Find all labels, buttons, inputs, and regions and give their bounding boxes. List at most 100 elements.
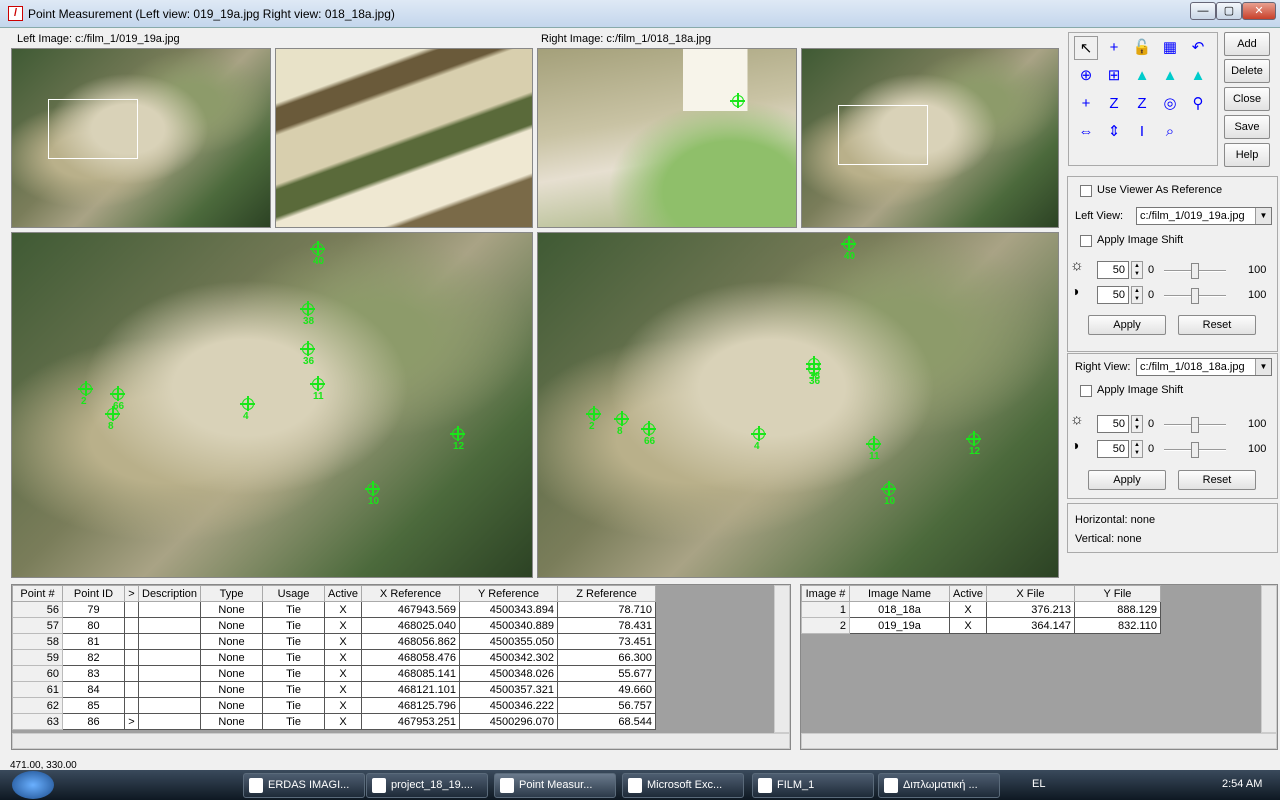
taskbar-item[interactable]: project_18_19.... bbox=[366, 773, 488, 798]
table-cell[interactable]: 468085.141 bbox=[361, 665, 460, 682]
left-brightness-input[interactable]: 50 bbox=[1097, 261, 1129, 279]
tie-point-marker[interactable]: 4 bbox=[751, 426, 766, 452]
table-cell[interactable]: X bbox=[324, 713, 362, 730]
table-cell[interactable]: 467943.569 bbox=[361, 601, 460, 618]
z-box-icon[interactable]: Z bbox=[1130, 92, 1154, 116]
table-cell[interactable]: 83 bbox=[62, 665, 125, 682]
table-cell[interactable] bbox=[137, 713, 202, 730]
left-contrast-slider[interactable] bbox=[1164, 288, 1226, 304]
left-apply-shift-checkbox[interactable] bbox=[1080, 235, 1092, 247]
tie-point-marker[interactable]: 10 bbox=[881, 481, 896, 507]
table-cell[interactable] bbox=[124, 649, 139, 666]
left-main-view[interactable]: 40 38 2 66 8 4 10 12 11 36 bbox=[11, 232, 533, 578]
table-cell[interactable] bbox=[137, 649, 202, 666]
left-contrast-spinner[interactable]: ▲ ▼ bbox=[1131, 286, 1143, 304]
create-point-icon[interactable]: ⊕ bbox=[1074, 64, 1098, 88]
table-cell[interactable]: X bbox=[324, 601, 362, 618]
table-cell[interactable]: > bbox=[124, 713, 139, 730]
table-cell[interactable]: None bbox=[200, 633, 264, 650]
triangle-file-icon[interactable]: ▲ bbox=[1186, 64, 1210, 88]
table-cell[interactable]: 81 bbox=[62, 633, 125, 650]
taskbar-item[interactable]: Διπλωματική ... bbox=[878, 773, 1000, 798]
table-cell[interactable]: None bbox=[200, 697, 264, 714]
table-cell[interactable]: Tie bbox=[262, 617, 326, 634]
table-cell[interactable]: None bbox=[200, 713, 264, 730]
left-magnifier[interactable] bbox=[275, 48, 533, 228]
tie-point-marker[interactable]: 2 bbox=[586, 406, 601, 432]
table-cell[interactable]: 55.677 bbox=[557, 665, 656, 682]
clock[interactable]: 2:54 AM bbox=[1222, 778, 1262, 790]
z-value-icon[interactable]: Z bbox=[1102, 92, 1126, 116]
table-cell[interactable]: 4500343.894 bbox=[459, 601, 558, 618]
table-cell[interactable]: 4500340.889 bbox=[459, 617, 558, 634]
table-cell[interactable]: None bbox=[200, 617, 264, 634]
right-brightness-slider[interactable] bbox=[1164, 417, 1226, 433]
taskbar-item[interactable]: Microsoft Exc... bbox=[622, 773, 744, 798]
table-cell[interactable]: Tie bbox=[262, 713, 326, 730]
table-cell[interactable]: X bbox=[949, 617, 987, 634]
table-row[interactable]: 63 86 > None Tie X 467953.251 4500296.070 68.544 bbox=[12, 713, 656, 730]
tie-point-marker[interactable]: 2 bbox=[78, 381, 93, 407]
table-cell[interactable]: 4500357.321 bbox=[459, 681, 558, 698]
maximize-button[interactable]: ▢ bbox=[1216, 2, 1242, 20]
taskbar-item[interactable]: ERDAS IMAGI... bbox=[243, 773, 365, 798]
table-cell[interactable]: 85 bbox=[62, 697, 125, 714]
point-table-vscrollbar[interactable] bbox=[774, 585, 790, 733]
drive-left-icon[interactable]: ⇔ bbox=[1074, 120, 1098, 144]
table-cell[interactable]: Tie bbox=[262, 649, 326, 666]
table-cell[interactable]: None bbox=[200, 649, 264, 666]
tie-point-marker[interactable]: 66 bbox=[110, 386, 125, 412]
right-overview[interactable] bbox=[801, 48, 1059, 228]
table-cell[interactable]: 364.147 bbox=[985, 617, 1075, 634]
table-cell[interactable]: X bbox=[324, 665, 362, 682]
table-cell[interactable]: None bbox=[200, 681, 264, 698]
table-cell[interactable]: 832.110 bbox=[1073, 617, 1161, 634]
table-cell[interactable]: None bbox=[200, 601, 264, 618]
table-cell[interactable]: 468121.101 bbox=[361, 681, 460, 698]
table-cell[interactable] bbox=[124, 633, 139, 650]
table-cell[interactable]: 84 bbox=[62, 681, 125, 698]
left-brightness-spinner[interactable]: ▲ ▼ bbox=[1131, 261, 1143, 279]
table-cell[interactable]: 4500348.026 bbox=[459, 665, 558, 682]
table-cell[interactable]: Tie bbox=[262, 681, 326, 698]
link-viewers-icon[interactable]: ◎ bbox=[1158, 92, 1182, 116]
drive-updown-icon[interactable]: ⇕ bbox=[1102, 120, 1126, 144]
right-reset-button[interactable]: Reset bbox=[1178, 470, 1256, 490]
right-magnifier[interactable] bbox=[537, 48, 797, 228]
table-cell[interactable]: 56.757 bbox=[557, 697, 656, 714]
column-header[interactable]: Point ID bbox=[62, 585, 125, 602]
table-row[interactable]: 59 82 None Tie X 468058.476 4500342.302 66.300 bbox=[12, 649, 656, 666]
table-cell[interactable]: Tie bbox=[262, 697, 326, 714]
undo-icon[interactable]: ↶ bbox=[1186, 36, 1210, 60]
column-header[interactable]: X Reference bbox=[361, 585, 460, 602]
table-cell[interactable]: 63 bbox=[12, 713, 63, 730]
table-cell[interactable]: 4500342.302 bbox=[459, 649, 558, 666]
table-cell[interactable] bbox=[124, 617, 139, 634]
table-cell[interactable]: 019_19a bbox=[849, 617, 950, 634]
table-cell[interactable]: 78.710 bbox=[557, 601, 656, 618]
image-table-hscrollbar[interactable] bbox=[801, 733, 1277, 749]
table-cell[interactable] bbox=[137, 601, 202, 618]
zoom-view-icon[interactable]: ⌕ bbox=[1158, 120, 1182, 144]
taskbar-item[interactable]: Point Measur... bbox=[494, 773, 616, 798]
chain-link-icon[interactable]: ⚲ bbox=[1186, 92, 1210, 116]
tie-point-marker[interactable]: 66 bbox=[641, 421, 656, 447]
use-viewer-reference-checkbox[interactable] bbox=[1080, 185, 1092, 197]
table-cell[interactable]: None bbox=[200, 665, 264, 682]
left-contrast-input[interactable]: 50 bbox=[1097, 286, 1129, 304]
tie-point-marker[interactable]: 36 bbox=[300, 341, 315, 367]
add-button[interactable]: Add bbox=[1224, 32, 1270, 56]
table-cell[interactable]: X bbox=[324, 681, 362, 698]
table-cell[interactable]: 4500355.050 bbox=[459, 633, 558, 650]
table-row[interactable]: 56 79 None Tie X 467943.569 4500343.894 78.710 bbox=[12, 601, 656, 618]
table-cell[interactable]: Tie bbox=[262, 601, 326, 618]
tie-point-marker[interactable]: 11 bbox=[866, 436, 881, 462]
table-cell[interactable]: X bbox=[324, 633, 362, 650]
table-cell[interactable]: 57 bbox=[12, 617, 63, 634]
table-cell[interactable]: 86 bbox=[62, 713, 125, 730]
table-cell[interactable]: 73.451 bbox=[557, 633, 656, 650]
table-cell[interactable] bbox=[137, 665, 202, 682]
table-cell[interactable]: 468056.862 bbox=[361, 633, 460, 650]
tie-point-marker[interactable]: 10 bbox=[365, 481, 380, 507]
table-cell[interactable]: 888.129 bbox=[1073, 601, 1161, 618]
